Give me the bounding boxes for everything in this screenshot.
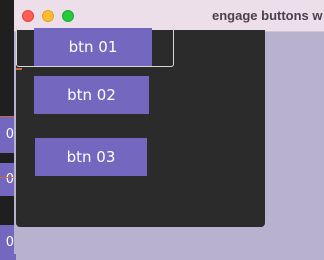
close-window-button[interactable] [22,10,34,22]
minimize-window-button[interactable] [42,10,54,22]
btn-02-button[interactable]: btn 02 [34,76,149,114]
btn-01-button[interactable]: btn 01 [34,28,152,66]
window-title: engage buttons w [212,8,323,23]
maximize-window-button[interactable] [62,10,74,22]
app-window: engage buttons w btn 01 btn 02 btn 03 [14,0,324,254]
window-content: btn 01 btn 02 btn 03 [14,26,324,254]
anchor-marker [16,68,22,70]
btn-03-button[interactable]: btn 03 [35,138,147,176]
button-panel: btn 01 btn 02 btn 03 [16,26,265,227]
